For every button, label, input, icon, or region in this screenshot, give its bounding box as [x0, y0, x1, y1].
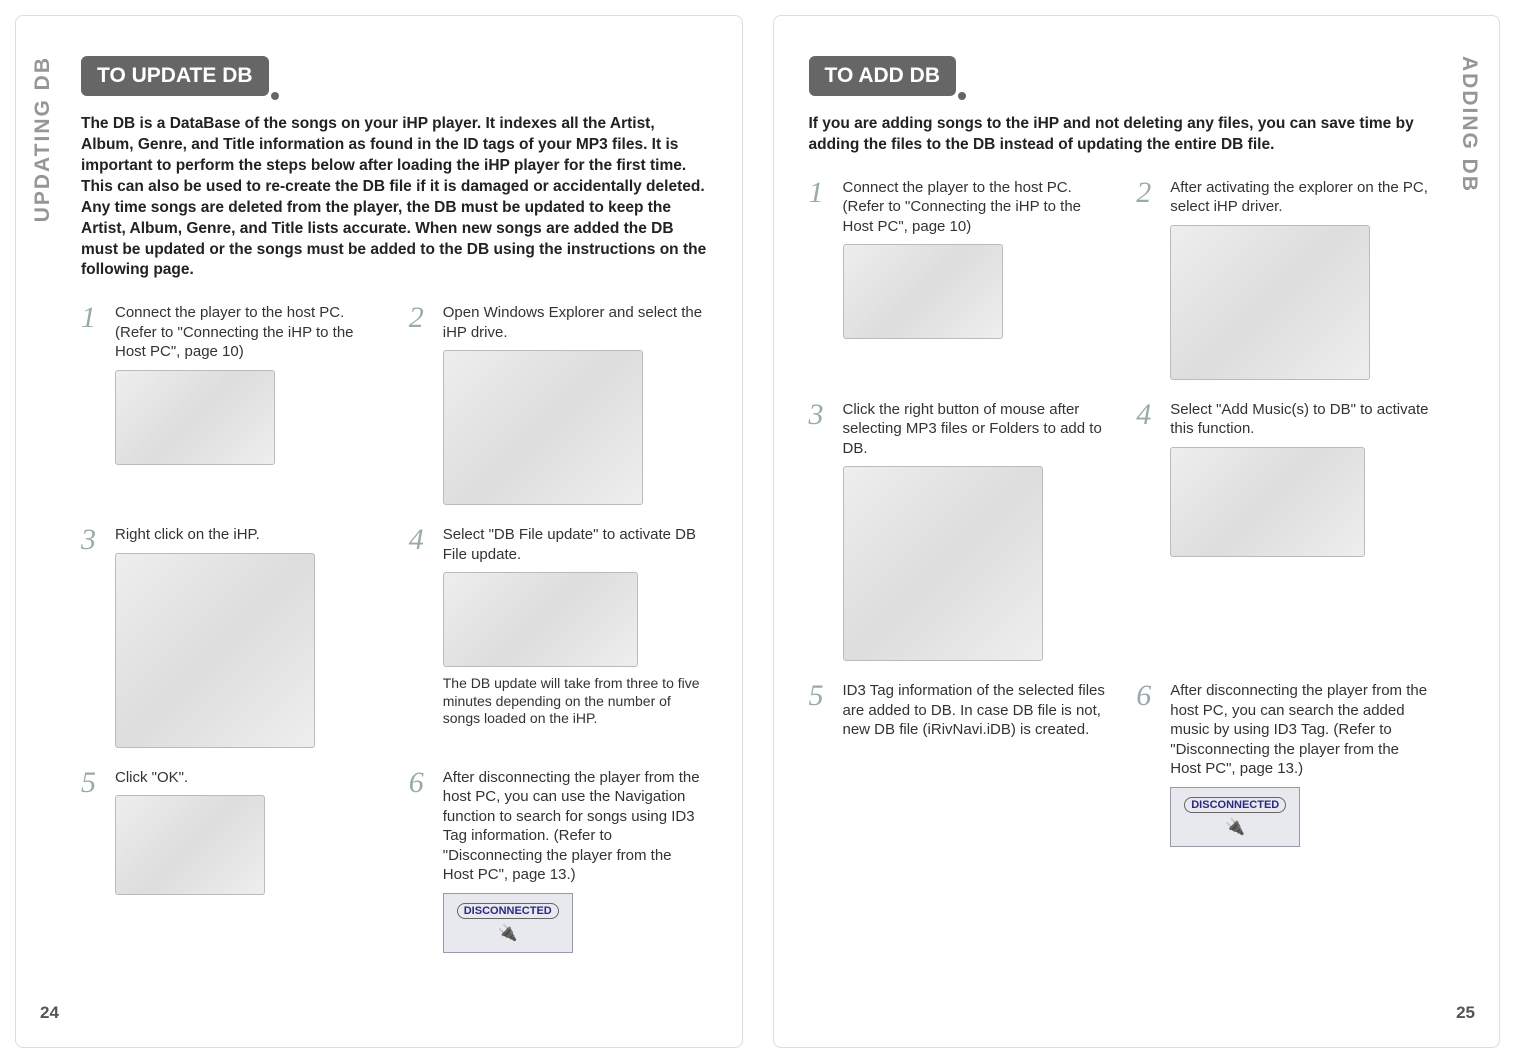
step-number: 3	[81, 525, 105, 748]
step-text: Connect the player to the host PC. (Refe…	[115, 303, 379, 362]
ok-dialog-screenshot	[115, 795, 265, 895]
explorer-screenshot	[1170, 225, 1370, 380]
step-text: Click "OK".	[115, 768, 379, 788]
disconnected-badge: DISCONNECTED 🔌	[1170, 787, 1300, 847]
step-text: Select "DB File update" to activate DB F…	[443, 525, 707, 564]
usb-icon: 🔌	[498, 923, 518, 943]
disconnected-label: DISCONNECTED	[1184, 797, 1286, 813]
step-3: 3 Right click on the iHP.	[81, 525, 379, 748]
step-2: 2 Open Windows Explorer and select the i…	[409, 303, 707, 505]
page-number-right: 25	[1456, 1003, 1475, 1023]
page-left: UPDATING DB TO UPDATE DB The DB is a Dat…	[15, 15, 743, 1048]
step-number: 2	[409, 303, 433, 505]
side-label-right: ADDING DB	[1457, 56, 1481, 193]
intro-text-right: If you are adding songs to the iHP and n…	[809, 114, 1435, 156]
step-note: The DB update will take from three to fi…	[443, 675, 707, 728]
step-text: Right click on the iHP.	[115, 525, 379, 545]
step-6: 6 After disconnecting the player from th…	[409, 768, 707, 953]
step-number: 4	[1136, 400, 1160, 662]
disconnected-label: DISCONNECTED	[457, 903, 559, 919]
step-number: 4	[409, 525, 433, 748]
step-text: Select "Add Music(s) to DB" to activate …	[1170, 400, 1434, 439]
step-text: After disconnecting the player from the …	[1170, 681, 1434, 779]
step-1: 1 Connect the player to the host PC. (Re…	[81, 303, 379, 505]
step-3: 3 Click the right button of mouse after …	[809, 400, 1107, 662]
step-4: 4 Select "DB File update" to activate DB…	[409, 525, 707, 748]
side-label-left: UPDATING DB	[31, 56, 55, 222]
step-text: Click the right button of mouse after se…	[843, 400, 1107, 459]
page-number-left: 24	[40, 1003, 59, 1023]
add-music-dialog-screenshot	[1170, 447, 1365, 557]
step-text: ID3 Tag information of the selected file…	[843, 681, 1107, 740]
step-number: 5	[81, 768, 105, 953]
disconnected-badge: DISCONNECTED 🔌	[443, 893, 573, 953]
heading-update-db: TO UPDATE DB	[81, 56, 269, 96]
step-2: 2 After activating the explorer on the P…	[1136, 178, 1434, 380]
heading-dot-icon	[958, 92, 966, 100]
step-number: 6	[1136, 681, 1160, 847]
intro-text-left: The DB is a DataBase of the songs on you…	[81, 114, 707, 281]
step-5: 5 ID3 Tag information of the selected fi…	[809, 681, 1107, 847]
step-number: 1	[81, 303, 105, 505]
step-text: After disconnecting the player from the …	[443, 768, 707, 885]
steps-grid-left: 1 Connect the player to the host PC. (Re…	[81, 303, 707, 953]
step-number: 6	[409, 768, 433, 953]
step-number: 5	[809, 681, 833, 847]
device-illustration	[843, 244, 1003, 339]
step-number: 1	[809, 178, 833, 380]
page-right: ADDING DB TO ADD DB If you are adding so…	[773, 15, 1501, 1048]
step-6: 6 After disconnecting the player from th…	[1136, 681, 1434, 847]
heading-text: TO ADD DB	[825, 64, 941, 87]
heading-add-db: TO ADD DB	[809, 56, 957, 96]
device-illustration	[115, 370, 275, 465]
progress-dialog-screenshot	[443, 572, 638, 667]
step-text: After activating the explorer on the PC,…	[1170, 178, 1434, 217]
step-number: 3	[809, 400, 833, 662]
heading-dot-icon	[271, 92, 279, 100]
step-1: 1 Connect the player to the host PC. (Re…	[809, 178, 1107, 380]
steps-grid-right: 1 Connect the player to the host PC. (Re…	[809, 178, 1435, 847]
step-text: Connect the player to the host PC. (Refe…	[843, 178, 1107, 237]
usb-icon: 🔌	[1225, 817, 1245, 837]
step-4: 4 Select "Add Music(s) to DB" to activat…	[1136, 400, 1434, 662]
context-menu-screenshot	[843, 466, 1043, 661]
step-number: 2	[1136, 178, 1160, 380]
explorer-screenshot	[443, 350, 643, 505]
step-5: 5 Click "OK".	[81, 768, 379, 953]
step-text: Open Windows Explorer and select the iHP…	[443, 303, 707, 342]
context-menu-screenshot	[115, 553, 315, 748]
heading-text: TO UPDATE DB	[97, 64, 253, 87]
